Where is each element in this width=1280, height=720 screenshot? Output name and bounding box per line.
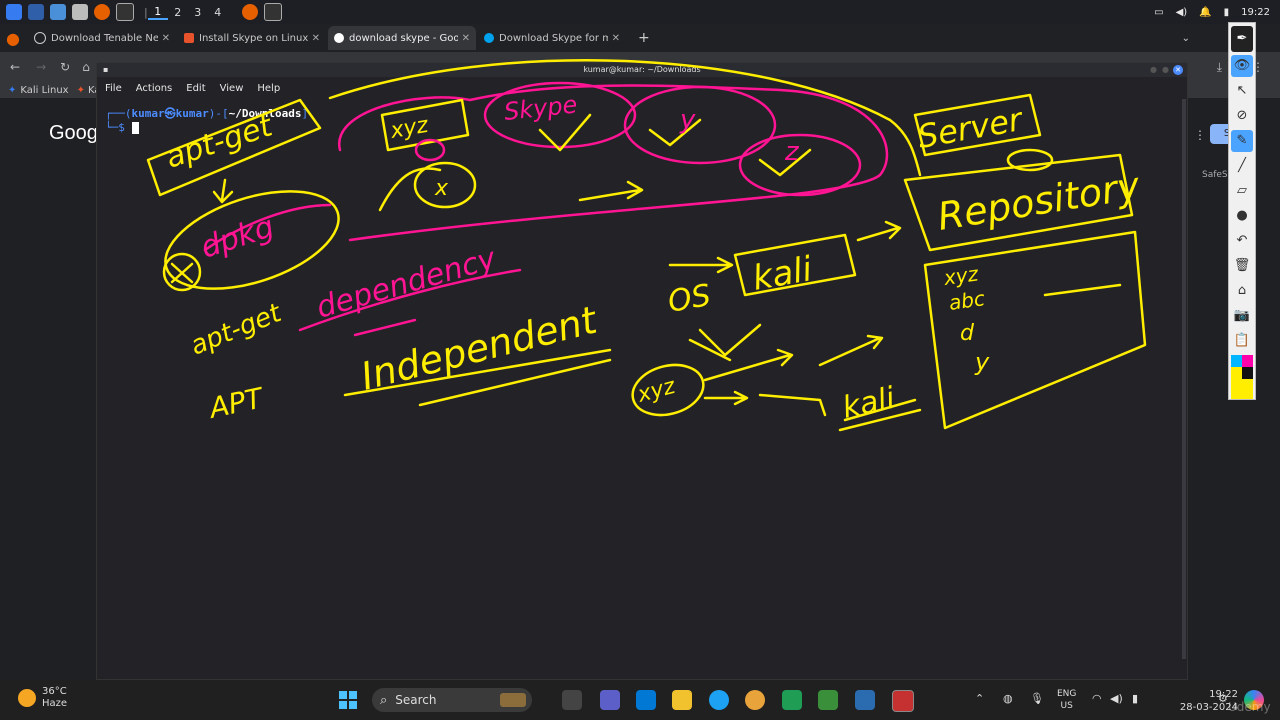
color-swatches — [1231, 354, 1253, 367]
undo-icon[interactable]: ↶ — [1231, 229, 1253, 251]
battery-tray-icon[interactable]: ▮ — [1132, 692, 1138, 705]
y-pink-ellipse — [623, 85, 777, 165]
hw-y: y — [679, 105, 696, 135]
notification-icon[interactable]: ⚙ — [1218, 692, 1228, 705]
hw-apt: APT — [205, 381, 268, 425]
speaker-icon[interactable]: ◀) — [1110, 692, 1123, 705]
hw-independent: Independent — [357, 297, 603, 398]
magenta-swatch[interactable] — [1242, 354, 1253, 367]
hw-kali-2: kali — [839, 381, 898, 426]
right-arrow-1 — [578, 180, 644, 202]
up-right-arrow — [818, 334, 884, 367]
yellow-swatch[interactable] — [1231, 366, 1242, 379]
virtualbox-icon[interactable] — [855, 690, 875, 710]
hw-repo-abc: abc — [947, 286, 986, 315]
hw-x: x — [434, 176, 449, 201]
hw-os: OS — [665, 278, 713, 320]
eye-icon[interactable]: 👁 — [1231, 54, 1253, 77]
hw-repo-y: y — [974, 348, 990, 376]
tray-app-icon[interactable]: ◍ — [1003, 692, 1013, 705]
black-swatch[interactable] — [1242, 366, 1253, 379]
hw-repository: Repository — [935, 163, 1144, 238]
color-swatches-2 — [1231, 366, 1253, 379]
task-view-icon[interactable] — [562, 690, 582, 710]
edge-icon[interactable] — [709, 690, 729, 710]
pen-logo-icon[interactable]: ✒ — [1231, 26, 1253, 52]
weather-condition: Haze — [42, 698, 68, 709]
taskbar-search[interactable]: ⌕ Search — [372, 688, 532, 712]
xyz-right-arrow-2 — [703, 390, 749, 406]
hw-kali: kali — [750, 249, 816, 299]
disable-pointer-icon[interactable]: ⊘ — [1231, 105, 1253, 127]
store-icon[interactable] — [636, 690, 656, 710]
clipboard-icon[interactable]: 📋 — [1231, 329, 1253, 351]
teams-icon[interactable] — [600, 690, 620, 710]
repo-divider-line — [1043, 283, 1122, 297]
cyan-swatch[interactable] — [1231, 354, 1242, 367]
annotation-toolbar: ✒ 👁 ↖ ⊘ ✎ ╱ ▱ ● ↶ 🗑 ⌂ 📷 📋 — [1228, 22, 1256, 400]
hw-z: z — [784, 137, 800, 167]
apt-get-down-arrow — [212, 178, 234, 204]
dependency-tick — [353, 318, 417, 337]
hw-skype: Skype — [503, 90, 579, 126]
dot-brush-icon[interactable]: ● — [1231, 204, 1253, 226]
line-pen-icon[interactable]: ╱ — [1231, 155, 1253, 177]
cursor-arrow-icon[interactable]: ↖ — [1231, 80, 1253, 102]
repository-storage-box — [923, 230, 1147, 430]
hw-apt-get: apt-get — [162, 108, 278, 175]
windows-start-icon[interactable] — [338, 690, 358, 710]
language-indicator[interactable]: ENG US — [1057, 688, 1076, 712]
search-icon: ⌕ — [380, 692, 388, 708]
hw-repo-xyz: xyz — [941, 261, 980, 290]
wifi-icon[interactable]: ◠ — [1092, 692, 1102, 705]
microphone-icon[interactable]: 🎙 — [1030, 692, 1044, 705]
trash-icon[interactable]: 🗑 — [1231, 254, 1253, 276]
hw-dpkg: dpkg — [197, 209, 279, 265]
hw-repo-d: d — [960, 321, 975, 346]
os-check — [688, 323, 762, 362]
kali-to-repo-arrow — [856, 220, 902, 242]
os-arrow — [668, 256, 734, 274]
udemy-watermark: Udemy — [1228, 700, 1271, 714]
hw-apt-get-cursive: apt-get — [186, 298, 286, 362]
sun-haze-icon — [18, 689, 36, 707]
xyz-to-kali-arrow — [758, 393, 827, 417]
hw-dependency: dependency — [313, 241, 501, 326]
active-yellow-swatch[interactable] — [1231, 378, 1253, 399]
tray-chevron-up-icon[interactable]: ⌃ — [975, 692, 984, 705]
z-pink-ellipse — [738, 133, 862, 197]
camera-icon[interactable]: 📷 — [1231, 304, 1253, 326]
temperature: 36°C — [42, 686, 67, 697]
highlighter-icon[interactable]: ✎ — [1231, 129, 1253, 152]
search-placeholder: Search — [395, 693, 437, 707]
tool-app-icon[interactable] — [818, 690, 838, 710]
screen-recorder-icon[interactable] — [892, 690, 914, 712]
file-explorer-icon[interactable] — [672, 690, 692, 710]
hw-xyz: xyz — [388, 113, 431, 144]
search-highlight-icon — [500, 693, 526, 707]
whiteboard-icon[interactable]: ⌂ — [1231, 279, 1253, 301]
weather-widget[interactable]: 36°C Haze — [18, 686, 67, 710]
eraser-icon[interactable]: ▱ — [1231, 180, 1253, 202]
chrome-icon[interactable] — [745, 690, 765, 710]
spreadsheet-icon[interactable] — [782, 690, 802, 710]
dpkg-x-mark — [170, 262, 194, 284]
annotation-overlay: apt-get xyz Skype x y z dpkg dependency … — [146, 59, 1147, 432]
